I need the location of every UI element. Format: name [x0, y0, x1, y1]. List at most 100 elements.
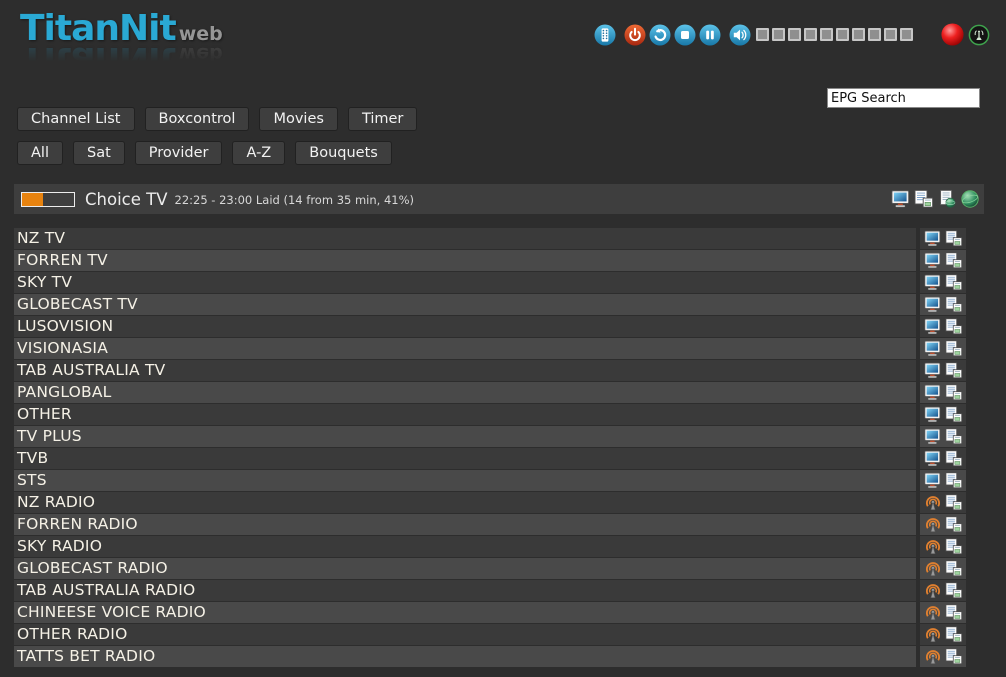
- channel-name-cell[interactable]: TV PLUS: [14, 426, 916, 447]
- channel-actions: [920, 602, 966, 623]
- tv-screen-icon[interactable]: [924, 252, 942, 269]
- epg-copy-icon[interactable]: [945, 428, 963, 445]
- volume-segment[interactable]: [820, 28, 833, 41]
- radio-antenna-icon[interactable]: [924, 582, 942, 599]
- channel-name-cell[interactable]: PANGLOBAL: [14, 382, 916, 403]
- volume-segment[interactable]: [884, 28, 897, 41]
- epg-copy-icon[interactable]: [945, 648, 963, 665]
- globe-icon[interactable]: [960, 189, 980, 209]
- channel-name-cell[interactable]: OTHER: [14, 404, 916, 425]
- channel-name-cell[interactable]: TAB AUSTRALIA RADIO: [14, 580, 916, 601]
- channel-name-cell[interactable]: VISIONASIA: [14, 338, 916, 359]
- speaker-icon[interactable]: [729, 24, 751, 46]
- volume-segment[interactable]: [756, 28, 769, 41]
- progress-fill: [22, 193, 43, 206]
- channel-name-cell[interactable]: TAB AUSTRALIA TV: [14, 360, 916, 381]
- power-icon[interactable]: [624, 24, 646, 46]
- channel-name-cell[interactable]: TATTS BET RADIO: [14, 646, 916, 667]
- epg-copy-icon[interactable]: [945, 362, 963, 379]
- tv-screen-icon[interactable]: [924, 450, 942, 467]
- epg-copy-icon[interactable]: [945, 252, 963, 269]
- refresh-icon[interactable]: [649, 24, 671, 46]
- radio-antenna-icon[interactable]: [924, 648, 942, 665]
- channel-name-cell[interactable]: GLOBECAST RADIO: [14, 558, 916, 579]
- filter-button[interactable]: Bouquets: [296, 142, 391, 164]
- stream-doc-icon[interactable]: [937, 189, 957, 209]
- volume-segment[interactable]: [836, 28, 849, 41]
- channel-name-cell[interactable]: NZ RADIO: [14, 492, 916, 513]
- channel-name-cell[interactable]: OTHER RADIO: [14, 624, 916, 645]
- channel-name-cell[interactable]: FORREN TV: [14, 250, 916, 271]
- radio-antenna-icon[interactable]: [924, 494, 942, 511]
- channel-name-cell[interactable]: NZ TV: [14, 228, 916, 249]
- epg-copy-icon[interactable]: [945, 406, 963, 423]
- radio-antenna-icon[interactable]: [924, 560, 942, 577]
- volume-segment[interactable]: [772, 28, 785, 41]
- volume-segment[interactable]: [900, 28, 913, 41]
- epg-copy-icon[interactable]: [945, 274, 963, 291]
- tv-screen-icon[interactable]: [924, 318, 942, 335]
- remote-icon[interactable]: [594, 24, 616, 46]
- channel-row: NZ RADIO: [14, 492, 966, 513]
- channel-actions: [920, 646, 966, 667]
- tv-screen-icon[interactable]: [924, 384, 942, 401]
- radio-antenna-icon[interactable]: [924, 604, 942, 621]
- radio-antenna-icon[interactable]: [924, 626, 942, 643]
- epg-copy-icon[interactable]: [945, 296, 963, 313]
- nav-button[interactable]: Timer: [349, 108, 416, 130]
- filter-button[interactable]: A-Z: [233, 142, 284, 164]
- filter-button[interactable]: Provider: [136, 142, 222, 164]
- radio-antenna-icon[interactable]: [924, 516, 942, 533]
- volume-segment[interactable]: [868, 28, 881, 41]
- channel-name-cell[interactable]: TVB: [14, 448, 916, 469]
- channel-name-cell[interactable]: SKY TV: [14, 272, 916, 293]
- epg-copy-icon[interactable]: [945, 384, 963, 401]
- epg-copy-icon[interactable]: [945, 450, 963, 467]
- epg-copy-icon[interactable]: [945, 604, 963, 621]
- channel-row: TAB AUSTRALIA RADIO: [14, 580, 966, 601]
- nav-button[interactable]: Boxcontrol: [146, 108, 249, 130]
- monitor-icon[interactable]: [891, 189, 911, 209]
- filter-button[interactable]: Sat: [74, 142, 124, 164]
- epg-copy-icon[interactable]: [945, 626, 963, 643]
- stop-icon[interactable]: [674, 24, 696, 46]
- epg-copy-icon[interactable]: [945, 560, 963, 577]
- epg-copy-icon[interactable]: [945, 516, 963, 533]
- radio-antenna-icon[interactable]: [924, 538, 942, 555]
- epg-copy-icon[interactable]: [945, 472, 963, 489]
- epg-copy-icon[interactable]: [945, 340, 963, 357]
- epg-copy-icon[interactable]: [914, 189, 934, 209]
- channel-name-cell[interactable]: SKY RADIO: [14, 536, 916, 557]
- nav-button[interactable]: Channel List: [18, 108, 134, 130]
- epg-copy-icon[interactable]: [945, 538, 963, 555]
- tv-screen-icon[interactable]: [924, 406, 942, 423]
- tv-screen-icon[interactable]: [924, 340, 942, 357]
- tv-screen-icon[interactable]: [924, 472, 942, 489]
- pause-icon[interactable]: [699, 24, 721, 46]
- channel-name-cell[interactable]: GLOBECAST TV: [14, 294, 916, 315]
- channel-row: LUSOVISION: [14, 316, 966, 337]
- tv-screen-icon[interactable]: [924, 296, 942, 313]
- volume-segment[interactable]: [788, 28, 801, 41]
- channel-actions: [920, 514, 966, 535]
- nav-button[interactable]: Movies: [260, 108, 336, 130]
- epg-search-input[interactable]: [827, 88, 980, 108]
- volume-segment[interactable]: [804, 28, 817, 41]
- logo-reflection: TitanNit web: [20, 39, 223, 80]
- channel-name-cell[interactable]: LUSOVISION: [14, 316, 916, 337]
- channel-name-cell[interactable]: FORREN RADIO: [14, 514, 916, 535]
- filter-button[interactable]: All: [18, 142, 62, 164]
- tv-screen-icon[interactable]: [924, 428, 942, 445]
- channel-name-cell[interactable]: STS: [14, 470, 916, 491]
- epg-copy-icon[interactable]: [945, 494, 963, 511]
- tv-screen-icon[interactable]: [924, 274, 942, 291]
- tv-screen-icon[interactable]: [924, 230, 942, 247]
- epg-copy-icon[interactable]: [945, 230, 963, 247]
- tv-screen-icon[interactable]: [924, 362, 942, 379]
- epg-copy-icon[interactable]: [945, 582, 963, 599]
- volume-segment[interactable]: [852, 28, 865, 41]
- record-ball-icon[interactable]: [940, 22, 965, 47]
- epg-copy-icon[interactable]: [945, 318, 963, 335]
- transmit-icon[interactable]: [968, 24, 990, 46]
- channel-name-cell[interactable]: CHINEESE VOICE RADIO: [14, 602, 916, 623]
